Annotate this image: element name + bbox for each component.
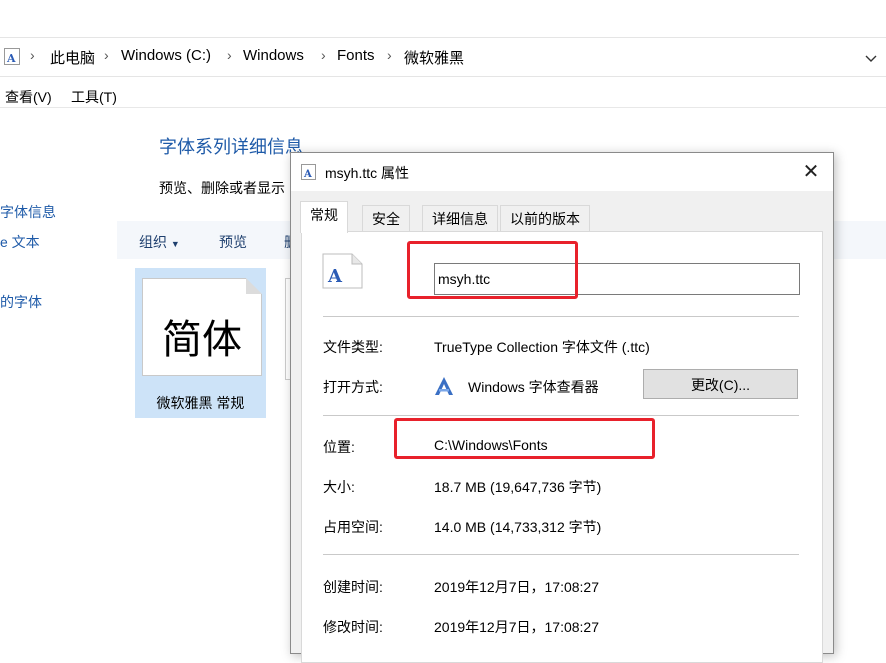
font-preview-icon: 简体 xyxy=(142,278,262,376)
tab-security[interactable]: 安全 xyxy=(362,205,410,232)
nav-text[interactable]: e 文本 xyxy=(0,232,40,252)
divider xyxy=(323,316,799,317)
tab-general[interactable]: 常规 xyxy=(300,201,348,233)
font-file-large-icon: A xyxy=(322,253,364,292)
divider xyxy=(0,107,886,108)
modified-label: 修改时间: xyxy=(323,619,383,635)
dialog-title: msyh.ttc 属性 xyxy=(325,165,410,181)
breadcrumb-separator-icon: › xyxy=(30,47,35,63)
chevron-down-icon[interactable] xyxy=(864,51,878,67)
divider xyxy=(323,554,799,555)
created-label: 创建时间: xyxy=(323,579,383,595)
font-file-icon: A xyxy=(301,164,317,183)
created-value: 2019年12月7日，17:08:27 xyxy=(434,579,599,595)
svg-text:A: A xyxy=(6,52,16,65)
page-fold xyxy=(246,278,262,294)
open-with-value: Windows 字体查看器 xyxy=(468,379,599,395)
font-viewer-icon xyxy=(433,375,455,400)
divider xyxy=(323,415,799,416)
breadcrumb-separator-icon: › xyxy=(227,47,232,63)
annotation-box-location xyxy=(394,418,655,459)
tab-previous-versions[interactable]: 以前的版本 xyxy=(500,205,590,232)
breadcrumb-this-pc[interactable]: 此电脑 xyxy=(50,47,95,68)
file-type-value: TrueType Collection 字体文件 (.ttc) xyxy=(434,339,650,355)
font-folder-icon: A xyxy=(4,48,22,69)
organize-label: 组织 xyxy=(139,234,167,250)
font-tile-label: 微软雅黑 常规 xyxy=(156,395,245,411)
page-title: 字体系列详细信息 xyxy=(159,137,303,157)
annotation-box-filename xyxy=(407,241,578,299)
svg-text:A: A xyxy=(327,266,343,287)
close-icon[interactable]: ✕ xyxy=(795,159,827,185)
tab-details[interactable]: 详细信息 xyxy=(422,205,498,232)
svg-text:A: A xyxy=(303,169,312,180)
breadcrumb-separator-icon: › xyxy=(387,47,392,63)
breadcrumb-c-drive[interactable]: Windows (C:) xyxy=(121,47,211,64)
open-with-label: 打开方式: xyxy=(323,379,383,395)
properties-dialog: A msyh.ttc 属性 ✕ 常规 安全 详细信息 以前的版本 A 文件类型:… xyxy=(290,152,834,663)
nav-font-info[interactable]: 字体信息 xyxy=(0,202,56,222)
breadcrumb-separator-icon: › xyxy=(104,47,109,63)
file-type-label: 文件类型: xyxy=(323,339,383,355)
organize-button[interactable]: 组织 ▼ xyxy=(139,232,180,252)
breadcrumb-separator-icon: › xyxy=(321,47,326,63)
size-value: 18.7 MB (19,647,736 字节) xyxy=(434,479,602,495)
preview-button[interactable]: 预览 xyxy=(219,232,247,252)
size-label: 大小: xyxy=(323,479,355,495)
breadcrumb-fonts[interactable]: Fonts xyxy=(337,47,375,64)
disk-size-label: 占用空间: xyxy=(323,519,383,535)
chevron-down-icon: ▼ xyxy=(170,239,180,249)
menu-tools[interactable]: 工具(T) xyxy=(71,87,117,107)
menu-view[interactable]: 查看(V) xyxy=(5,87,52,107)
font-preview-glyph: 简体 xyxy=(162,317,242,363)
disk-size-value: 14.0 MB (14,733,312 字节) xyxy=(434,519,602,535)
nav-fonts[interactable]: 的字体 xyxy=(0,292,42,312)
breadcrumb-current[interactable]: 微软雅黑 xyxy=(404,47,464,68)
address-bar[interactable]: A › 此电脑 › Windows (C:) › Windows › Fonts… xyxy=(0,37,886,77)
modified-value: 2019年12月7日，17:08:27 xyxy=(434,619,599,635)
page-description: 预览、删除或者显示 xyxy=(159,180,285,196)
dialog-titlebar[interactable]: A msyh.ttc 属性 ✕ xyxy=(291,153,833,191)
change-button[interactable]: 更改(C)... xyxy=(643,369,798,399)
location-label: 位置: xyxy=(323,439,355,455)
breadcrumb-windows[interactable]: Windows xyxy=(243,47,304,64)
